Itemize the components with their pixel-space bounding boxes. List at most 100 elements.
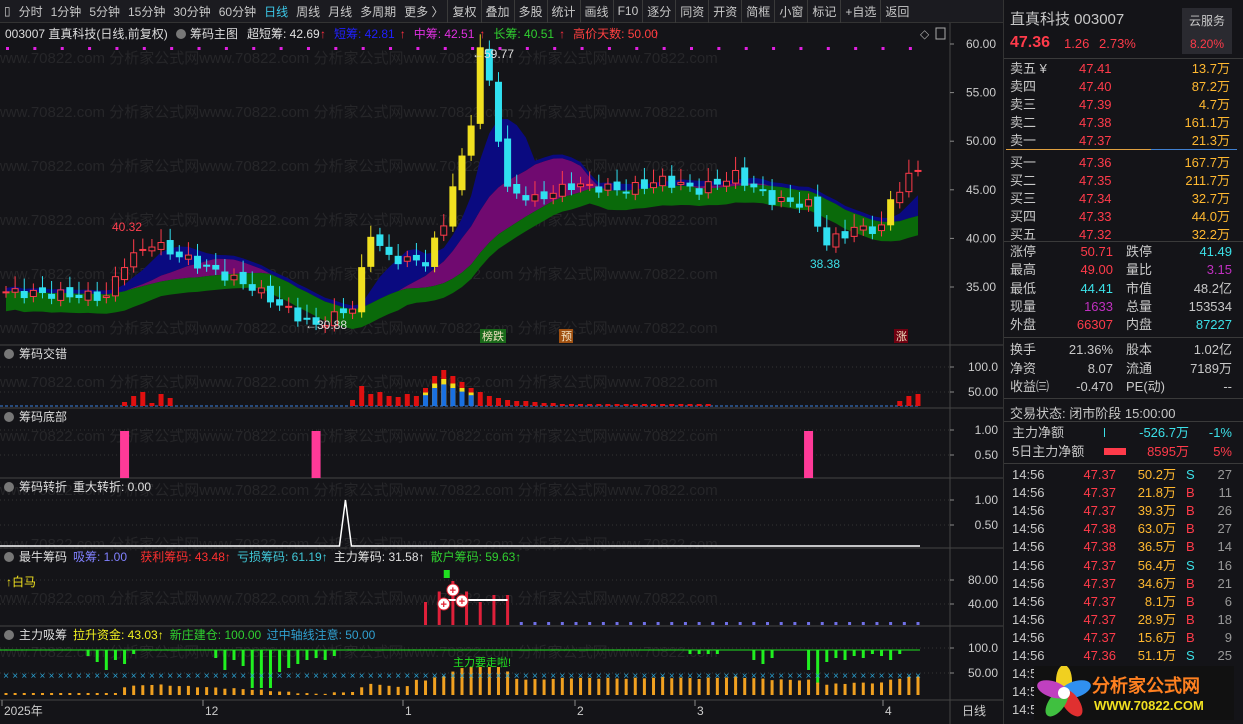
axis-marker-icon: × [559,671,565,682]
indicator-value: 短筹: 42.81 [334,27,395,41]
toolbar-item[interactable]: 多周期 [356,3,400,20]
rally-bar [104,693,108,695]
toolbar-item[interactable]: 标记 [808,3,840,20]
trade-time: 14:56 [1012,503,1045,519]
rally-bar [86,693,90,695]
candle-body [759,189,767,192]
build-bar [323,650,327,660]
axis-marker-icon: × [523,671,529,682]
toolbar-item[interactable]: F10 [614,4,643,18]
chip-bar [738,622,742,625]
level-price: 47.39 [1079,97,1112,113]
toolbar-item[interactable]: 叠加 [482,3,514,20]
build-bar [870,650,874,654]
rally-bar [816,682,820,695]
stat-value: 66307 [1076,317,1113,333]
cross-bar [395,397,401,406]
y-tick-label: 1.00 [975,423,999,437]
bottom-signal-bar [120,431,130,478]
toolbar-item[interactable]: 30分钟 [169,3,214,20]
toolbar-item[interactable]: 1分钟 [47,3,86,20]
cross-bar [532,402,538,406]
build-bar [232,650,236,660]
cross-bar-blue [459,391,465,406]
diamond-icon: ◇ [920,27,930,41]
toolbar-item[interactable]: +自选 [841,3,880,20]
toolbar-item[interactable]: 15分钟 [124,3,169,20]
chip-bar [574,622,578,625]
rally-bar [95,693,99,695]
candle-body [48,293,56,299]
candle-body [832,233,840,248]
toolbar-item[interactable]: 小窗 [775,3,807,20]
marker-dot [471,47,475,50]
toolbar-item[interactable]: 逐分 [643,3,675,20]
toolbar-item[interactable]: 60分钟 [215,3,260,20]
axis-marker-icon: × [76,671,82,682]
candle-body [376,234,384,246]
chip-bar [861,622,865,625]
divider [1006,149,1151,150]
toolbar-item[interactable]: 画线 [581,3,613,20]
build-bar [314,650,318,658]
toolbar-item[interactable]: 日线 [260,3,292,20]
flow-label: 主力净额 [1012,425,1065,440]
toolbar-item[interactable]: 复权 [448,3,480,20]
level-label: 买一 [1010,154,1037,170]
plus-icon: + [450,585,456,597]
axis-marker-icon: × [806,671,812,682]
toolbar-item[interactable]: 统计 [548,3,580,20]
order-book-row: 卖二 47.38 161.1万 [1004,114,1243,132]
axis-marker-icon: × [404,671,410,682]
toolbar-item[interactable]: 多股 [515,3,547,20]
toolbar-item[interactable]: 简框 [742,3,774,20]
toolbar-item[interactable]: 更多 〉 [400,3,447,20]
level-label: 买四 [1010,208,1037,224]
cross-bar [906,396,912,406]
stat-value: 87227 [1195,317,1232,333]
toolbar-item[interactable]: 同资 [676,3,708,20]
toolbar-item[interactable]: 周线 [292,3,324,20]
price-pct: 2.73% [1099,36,1136,51]
build-bar [132,650,136,654]
chip-bar [670,622,674,625]
axis-marker-icon: × [623,671,629,682]
axis-marker-icon: × [505,671,511,682]
cloud-label: 云服务 [1188,14,1225,28]
trough-label: 38.38 [810,257,840,271]
rally-bar [323,693,327,695]
signal-tag-label: 榜跌 [482,329,504,343]
layout-icon[interactable]: ▯ [0,4,15,18]
chip-bar [752,622,756,625]
toolbar-item[interactable]: 开资 [709,3,741,20]
candle-body [823,227,831,246]
flow-row: 5日主力净额 8595万 5% [1004,443,1243,461]
axis-marker-icon: × [213,671,219,682]
toolbar-item[interactable]: 月线 [324,3,356,20]
trade-side: B [1186,521,1195,537]
cloud-service-button[interactable]: 云服务 8.20% [1182,8,1232,54]
stat-value: -0.470 [1076,379,1113,394]
stat-value: 44.41 [1080,280,1113,296]
toolbar-item[interactable]: 5分钟 [85,3,124,20]
toolbar-item[interactable]: 返回 [881,3,913,20]
marker-dot [580,47,584,50]
toolbar-item[interactable]: 分时 [15,3,47,20]
level-volume: 211.7万 [1185,172,1230,188]
trade-side: B [1186,629,1195,645]
x-tick-label: 4 [885,704,892,718]
candle-body [458,155,466,191]
candle-body [93,291,101,301]
axis-marker-icon: × [678,671,684,682]
candle-body [695,188,703,195]
trade-row: 14:56 47.37 15.6万 B 9 [1004,629,1243,647]
candle-body [20,290,28,299]
axis-marker-icon: × [687,671,693,682]
marker-dot [252,47,256,50]
y-tick-label: 0.50 [975,518,999,532]
kline-chart[interactable]: 网www.70822.com 分析家公式网www.70822.com 分析家公式… [0,23,1003,724]
cross-bar [669,404,675,406]
trade-side: B [1186,539,1195,555]
level-label: 卖三 [1010,97,1037,113]
trade-volume: 34.6万 [1137,575,1176,591]
